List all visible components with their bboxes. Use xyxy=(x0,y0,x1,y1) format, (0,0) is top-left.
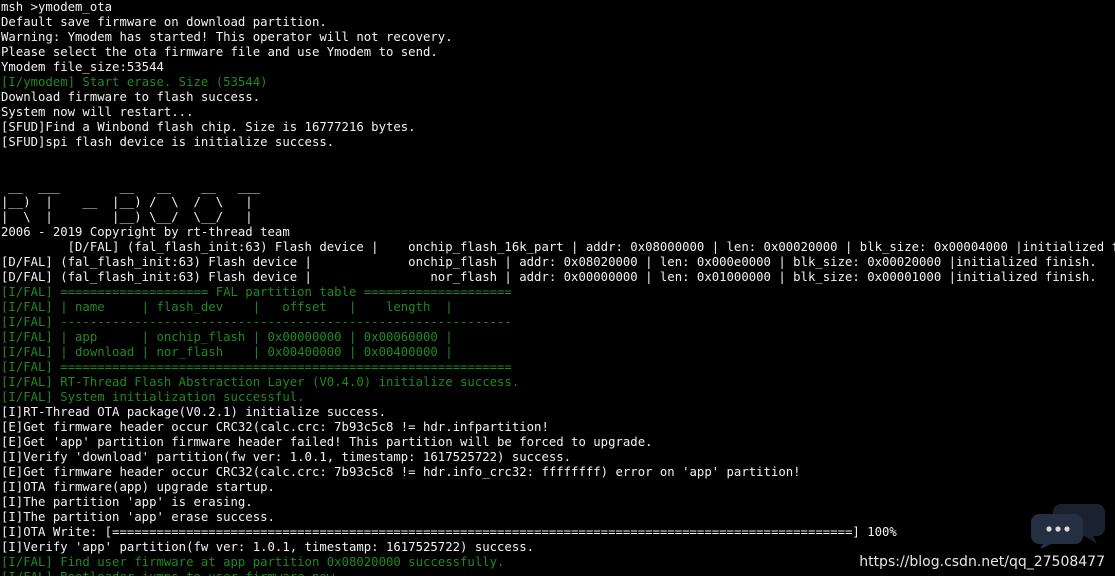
watermark-url: https://blog.csdn.net/qq_27508477 xyxy=(859,554,1105,570)
terminal-line: [SFUD]Find a Winbond flash chip. Size is… xyxy=(1,120,416,134)
terminal-line: [I]The partition 'app' erase success. xyxy=(1,510,275,524)
terminal-line: Download firmware to flash success. xyxy=(1,90,261,104)
terminal-line: Please select the ota firmware file and … xyxy=(1,45,438,59)
terminal-line: [I/FAL] ==================== FAL partiti… xyxy=(1,285,512,299)
terminal-line: [E]Get 'app' partition firmware header f… xyxy=(1,435,653,449)
terminal-line: [I/FAL] ================================… xyxy=(1,360,512,374)
terminal-line: |__) | __ |__) / \ / \ | xyxy=(1,195,253,209)
terminal-line: [E]Get firmware header occur CRC32(calc.… xyxy=(1,420,549,434)
terminal-line: [SFUD]spi flash device is initialize suc… xyxy=(1,135,335,149)
chat-bubble-icon xyxy=(1031,504,1105,548)
terminal-line: __ ___ __ __ __ ___ xyxy=(1,180,261,194)
terminal-line: Ymodem file_size:53544 xyxy=(1,60,164,74)
terminal-line: [D/FAL] (fal_flash_init:63) Flash device… xyxy=(1,255,1097,269)
terminal-line: [I/FAL] | app | onchip_flash | 0x0000000… xyxy=(1,330,453,344)
terminal-line: [I/FAL] Bootloader jumps to user firmwar… xyxy=(1,570,1115,576)
terminal-line: [D/FAL] (fal_flash_init:63) Flash device… xyxy=(1,240,1115,254)
terminal-line: [I]The partition 'app' is erasing. xyxy=(1,495,253,509)
terminal-line: msh >ymodem_ota xyxy=(1,0,113,14)
terminal-line: [I]RT-Thread OTA package(V0.2.1) initial… xyxy=(1,405,386,419)
terminal-line: [I]OTA Write: [=========================… xyxy=(1,525,897,539)
terminal-line: [I]OTA firmware(app) upgrade startup. xyxy=(1,480,275,494)
terminal-line: Warning: Ymodem has started! This operat… xyxy=(1,30,453,44)
terminal-line: [E]Get firmware header occur CRC32(calc.… xyxy=(1,465,801,479)
terminal-line: [I/FAL] --------------------------------… xyxy=(1,315,512,329)
terminal-line: [I/ymodem] Start erase. Size (53544) xyxy=(1,75,268,89)
terminal-line: [I/FAL] | name | flash_dev | offset | le… xyxy=(1,300,453,314)
terminal-line: [I]Verify 'download' partition(fw ver: 1… xyxy=(1,450,572,464)
terminal-line: 2006 - 2019 Copyright by rt-thread team xyxy=(1,225,290,239)
terminal-output: msh >ymodem_ota Default save firmware on … xyxy=(1,0,1115,576)
terminal-line: System now will restart... xyxy=(1,105,194,119)
terminal-line: [I/FAL] RT-Thread Flash Abstraction Laye… xyxy=(1,375,520,389)
terminal-line: [I/FAL] System initialization successful… xyxy=(1,390,305,404)
terminal-line: | \ | |__) \__/ \__/ | xyxy=(1,210,253,224)
terminal-line: [I]Verify 'app' partition(fw ver: 1.0.1,… xyxy=(1,540,535,554)
terminal-line: Default save firmware on download partit… xyxy=(1,15,327,29)
terminal-window[interactable]: msh >ymodem_ota Default save firmware on … xyxy=(0,0,1115,576)
terminal-line: [I/FAL] | download | nor_flash | 0x00400… xyxy=(1,345,453,359)
terminal-line: [D/FAL] (fal_flash_init:63) Flash device… xyxy=(1,270,1097,284)
